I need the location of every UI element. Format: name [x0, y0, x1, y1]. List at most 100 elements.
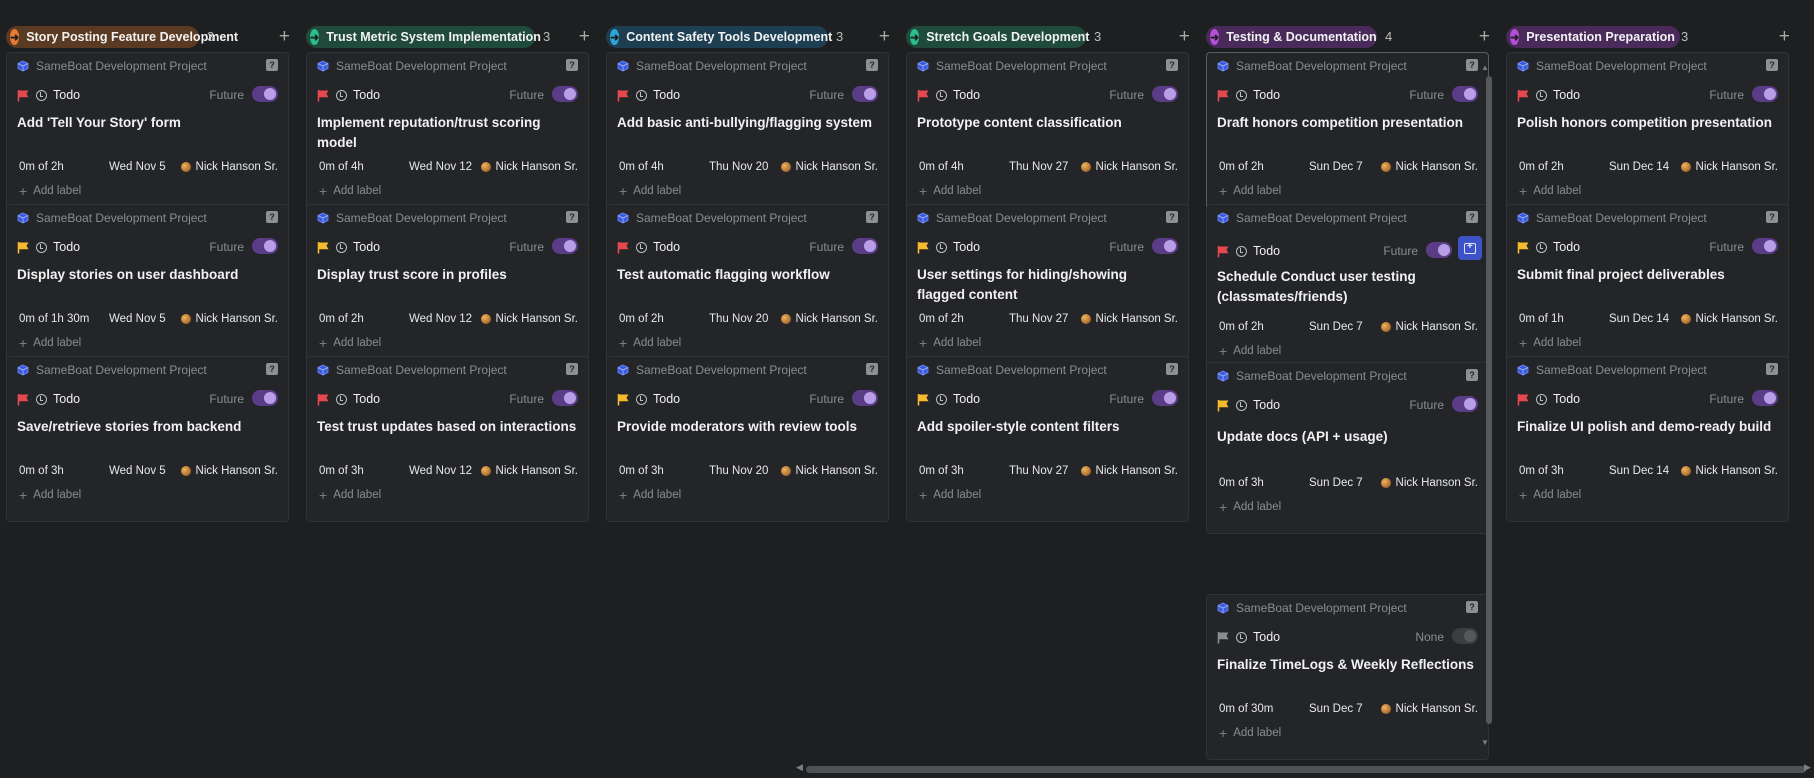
flag-icon[interactable] [917, 393, 930, 406]
question-mark-icon[interactable]: ? [266, 211, 278, 223]
project-tag[interactable]: SameBoat Development Project [1517, 363, 1707, 377]
assignee[interactable]: Nick Hanson Sr. [1080, 313, 1178, 325]
assignee[interactable]: Nick Hanson Sr. [1380, 477, 1478, 489]
time-estimate[interactable]: 0m of 1h [1519, 313, 1564, 325]
task-card[interactable]: SameBoat Development Project ? Todo Futu… [306, 204, 589, 370]
time-estimate[interactable]: 0m of 3h [919, 465, 964, 477]
task-title[interactable]: Display stories on user dashboard [17, 265, 278, 285]
task-card[interactable]: SameBoat Development Project ? Todo Futu… [1506, 52, 1789, 218]
task-title[interactable]: Test trust updates based on interactions [317, 417, 578, 437]
plus-icon[interactable]: + [1779, 26, 1790, 48]
task-card[interactable]: SameBoat Development Project ? Todo Futu… [6, 204, 289, 370]
assignee[interactable]: Nick Hanson Sr. [480, 161, 578, 173]
assignee[interactable]: Nick Hanson Sr. [1380, 161, 1478, 173]
question-mark-icon[interactable]: ? [566, 363, 578, 375]
plus-icon[interactable]: + [279, 26, 290, 48]
toggle-icon[interactable] [252, 238, 278, 254]
flag-icon[interactable] [317, 89, 330, 102]
assignee[interactable]: Nick Hanson Sr. [180, 313, 278, 325]
time-estimate[interactable]: 0m of 4h [619, 161, 664, 173]
question-mark-icon[interactable]: ? [266, 363, 278, 375]
toggle-icon[interactable] [1752, 238, 1778, 254]
flag-icon[interactable] [917, 89, 930, 102]
question-mark-icon[interactable]: ? [1466, 59, 1478, 71]
assignee[interactable]: Nick Hanson Sr. [1080, 161, 1178, 173]
due-date[interactable]: Sun Dec 14 [1609, 465, 1669, 477]
due-date[interactable]: Sun Dec 7 [1309, 321, 1363, 333]
question-mark-icon[interactable]: ? [1466, 601, 1478, 613]
assignee[interactable]: Nick Hanson Sr. [180, 465, 278, 477]
project-tag[interactable]: SameBoat Development Project [917, 59, 1107, 73]
project-tag[interactable]: SameBoat Development Project [1217, 59, 1407, 73]
assignee[interactable]: Nick Hanson Sr. [1680, 161, 1778, 173]
plus-icon[interactable]: + [1179, 26, 1190, 48]
column-title-pill[interactable]: ➜ Stretch Goals Development [906, 26, 1089, 48]
flag-icon[interactable] [1217, 245, 1230, 258]
toggle-icon[interactable] [1752, 86, 1778, 102]
due-date[interactable]: Wed Nov 5 [109, 313, 166, 325]
time-estimate[interactable]: 0m of 30m [1219, 703, 1273, 715]
toggle-icon[interactable] [1152, 390, 1178, 406]
task-card[interactable]: SameBoat Development Project ? Todo Futu… [1506, 356, 1789, 522]
flag-icon[interactable] [1517, 89, 1530, 102]
project-tag[interactable]: SameBoat Development Project [617, 211, 807, 225]
status-label[interactable]: Todo [353, 240, 380, 254]
question-mark-icon[interactable]: ? [1766, 59, 1778, 71]
toggle-icon[interactable] [252, 390, 278, 406]
question-mark-icon[interactable]: ? [1166, 59, 1178, 71]
status-label[interactable]: Todo [1253, 398, 1280, 412]
toggle-icon[interactable] [252, 86, 278, 102]
task-card[interactable]: SameBoat Development Project ? Todo Futu… [1206, 362, 1489, 534]
project-tag[interactable]: SameBoat Development Project [17, 59, 207, 73]
flag-icon[interactable] [1217, 631, 1230, 644]
due-date[interactable]: Wed Nov 5 [109, 465, 166, 477]
task-card[interactable]: SameBoat Development Project ? Todo Futu… [306, 356, 589, 522]
status-label[interactable]: Todo [953, 240, 980, 254]
status-label[interactable]: Todo [53, 88, 80, 102]
question-mark-icon[interactable]: ? [566, 211, 578, 223]
time-estimate[interactable]: 0m of 2h [1219, 321, 1264, 333]
assignee[interactable]: Nick Hanson Sr. [780, 313, 878, 325]
project-tag[interactable]: SameBoat Development Project [1217, 601, 1407, 615]
plus-icon[interactable]: + [1479, 26, 1490, 48]
task-title[interactable]: Implement reputation/trust scoring model [317, 113, 578, 153]
status-label[interactable]: Todo [353, 392, 380, 406]
add-label-button[interactable]: + Add label [1519, 183, 1581, 199]
project-tag[interactable]: SameBoat Development Project [317, 363, 507, 377]
due-date[interactable]: Wed Nov 5 [109, 161, 166, 173]
project-tag[interactable]: SameBoat Development Project [917, 211, 1107, 225]
assignee[interactable]: Nick Hanson Sr. [1380, 321, 1478, 333]
task-title[interactable]: Finalize UI polish and demo-ready build [1517, 417, 1778, 437]
task-card[interactable]: SameBoat Development Project ? Todo None… [1206, 594, 1489, 760]
add-label-button[interactable]: + Add label [319, 487, 381, 503]
due-date[interactable]: Thu Nov 20 [709, 161, 768, 173]
time-estimate[interactable]: 0m of 2h [319, 313, 364, 325]
flag-icon[interactable] [17, 393, 30, 406]
add-label-button[interactable]: + Add label [1219, 343, 1281, 359]
task-title[interactable]: Provide moderators with review tools [617, 417, 878, 437]
scroll-left-arrow-icon[interactable]: ◀ [796, 762, 803, 773]
toggle-icon[interactable] [852, 238, 878, 254]
time-estimate[interactable]: 0m of 2h [619, 313, 664, 325]
project-tag[interactable]: SameBoat Development Project [317, 211, 507, 225]
task-title[interactable]: Submit final project deliverables [1517, 265, 1778, 285]
task-title[interactable]: Save/retrieve stories from backend [17, 417, 278, 437]
status-label[interactable]: Todo [1553, 392, 1580, 406]
project-tag[interactable]: SameBoat Development Project [617, 59, 807, 73]
scroll-up-arrow-icon[interactable]: ▲ [1481, 63, 1489, 72]
status-label[interactable]: Todo [653, 240, 680, 254]
question-mark-icon[interactable]: ? [266, 59, 278, 71]
flag-icon[interactable] [1517, 393, 1530, 406]
due-date[interactable]: Wed Nov 12 [409, 313, 472, 325]
assignee[interactable]: Nick Hanson Sr. [1680, 313, 1778, 325]
assignee[interactable]: Nick Hanson Sr. [180, 161, 278, 173]
task-title[interactable]: Polish honors competition presentation [1517, 113, 1778, 133]
due-date[interactable]: Thu Nov 27 [1009, 161, 1068, 173]
toggle-icon[interactable] [552, 86, 578, 102]
task-title[interactable]: Add spoiler-style content filters [917, 417, 1178, 437]
assignee[interactable]: Nick Hanson Sr. [1380, 703, 1478, 715]
time-estimate[interactable]: 0m of 2h [19, 161, 64, 173]
task-card[interactable]: SameBoat Development Project ? Todo Futu… [606, 356, 889, 522]
due-date[interactable]: Sun Dec 7 [1309, 161, 1363, 173]
due-date[interactable]: Wed Nov 12 [409, 161, 472, 173]
